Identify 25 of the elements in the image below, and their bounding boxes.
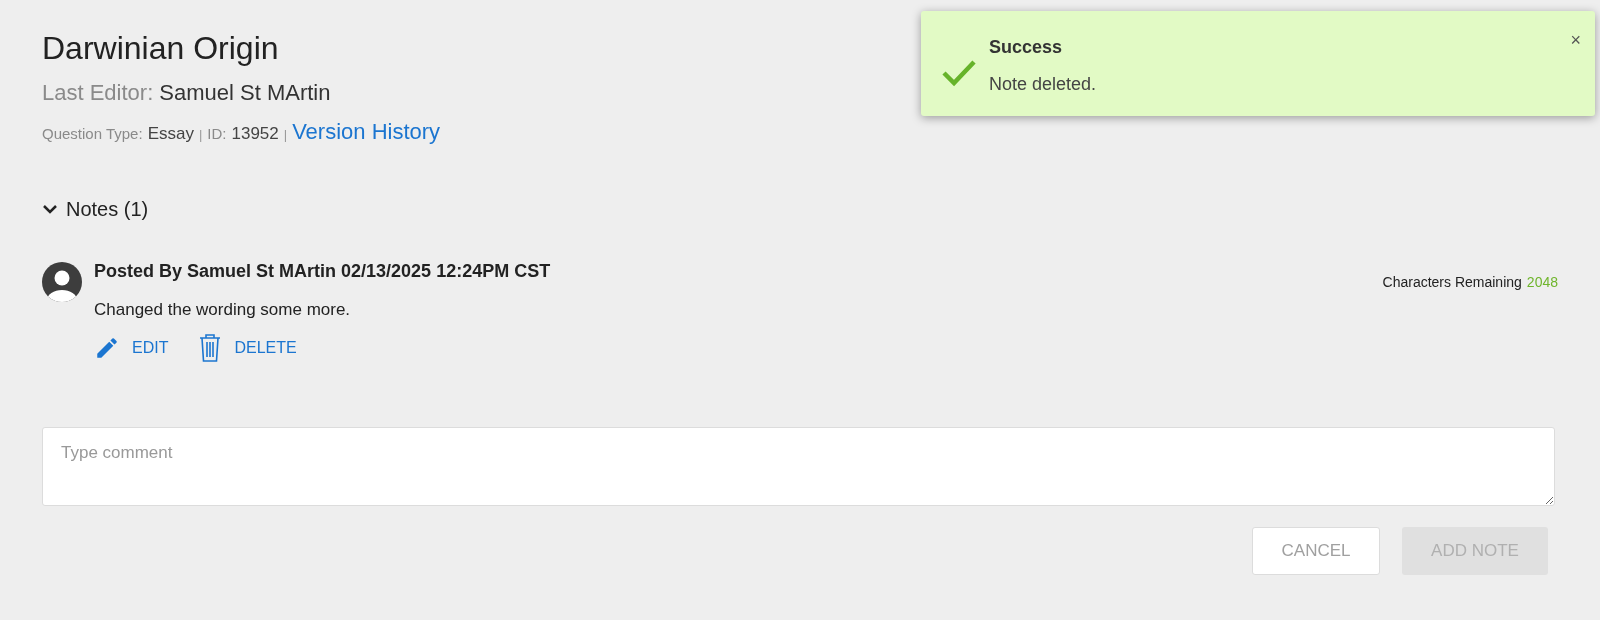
notes-toggle[interactable]: Notes (1) <box>42 194 149 224</box>
delete-button[interactable]: DELETE <box>198 332 297 363</box>
last-editor-name: Samuel St MArtin <box>159 79 331 107</box>
close-button[interactable]: × <box>1570 31 1581 49</box>
page-title: Darwinian Origin <box>42 29 279 68</box>
chevron-icon <box>42 203 58 215</box>
separator: | <box>198 126 203 144</box>
question-type-label: Question Type: <box>42 124 143 144</box>
characters-remaining-label: Characters Remaining <box>1382 273 1522 292</box>
id-value: 13952 <box>231 123 279 145</box>
question-type-value: Essay <box>147 123 194 145</box>
cancel-button[interactable]: CANCEL <box>1252 526 1380 575</box>
comment-field[interactable]: Type comment <box>42 426 1555 506</box>
version-history-link[interactable]: Version History <box>292 115 441 148</box>
toast-title: Success <box>989 36 1064 59</box>
avatar-icon <box>42 262 82 302</box>
characters-remaining-count: 2048 <box>1526 273 1558 292</box>
note-text: Changed the wording some more. <box>94 299 352 321</box>
id-label: ID: <box>207 124 227 144</box>
trash-icon <box>198 332 223 363</box>
note-author-line: Posted By Samuel St MArtin 02/13/2025 12:24PM CST <box>94 260 551 283</box>
edit-button[interactable]: EDIT <box>94 334 169 361</box>
toast-message: Note deleted. <box>989 73 1097 96</box>
separator: | <box>283 126 288 144</box>
last-editor-label: Last Editor: <box>42 79 154 107</box>
